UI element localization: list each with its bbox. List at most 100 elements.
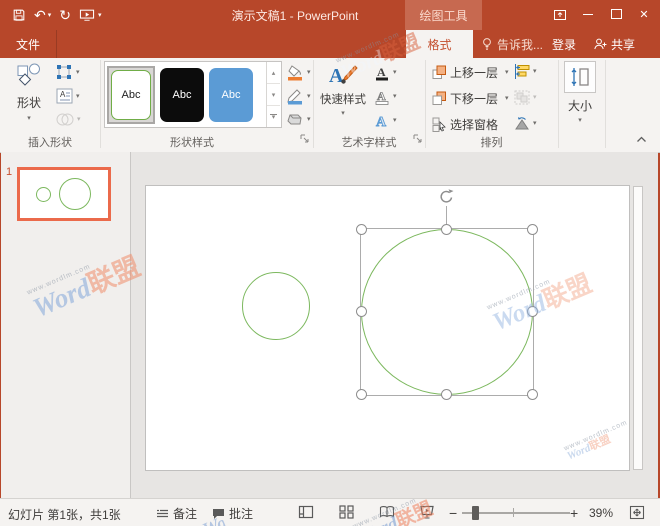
save-button[interactable] bbox=[8, 3, 30, 27]
merge-shapes-icon bbox=[56, 112, 74, 127]
svg-text:A: A bbox=[377, 65, 386, 79]
shape-style-item-black[interactable]: Abc bbox=[160, 68, 204, 122]
zoom-in-button[interactable]: + bbox=[570, 505, 578, 521]
text-box-button[interactable]: A ▾ bbox=[56, 88, 80, 104]
panel-divider[interactable] bbox=[130, 152, 131, 498]
send-backward-label: 下移一层 bbox=[450, 90, 498, 107]
tab-file[interactable]: 文件 bbox=[0, 30, 57, 58]
svg-text:A: A bbox=[60, 90, 66, 99]
svg-text:A: A bbox=[377, 89, 386, 103]
shape-outline-button[interactable]: ▾ bbox=[286, 88, 311, 105]
comments-icon bbox=[212, 508, 225, 520]
zoom-out-button[interactable]: − bbox=[449, 505, 457, 521]
slideshow-view-icon bbox=[419, 505, 435, 519]
shape-styles-dialog-launcher-icon[interactable] bbox=[300, 134, 310, 144]
fit-to-window-icon bbox=[629, 505, 645, 520]
share-label: 共享 bbox=[611, 36, 635, 53]
start-slideshow-button[interactable]: ▾ bbox=[75, 3, 106, 27]
group-separator bbox=[605, 60, 606, 148]
send-backward-caret-icon: ▾ bbox=[505, 95, 509, 102]
resize-handle-nw[interactable] bbox=[356, 224, 367, 235]
undo-caret-icon[interactable]: ▾ bbox=[48, 12, 52, 19]
fit-to-window-button[interactable] bbox=[629, 505, 645, 520]
quick-styles-caret-icon: ▾ bbox=[341, 110, 345, 117]
redo-button[interactable]: ↻ bbox=[55, 3, 75, 27]
quick-styles-button[interactable]: A 快速样式 ▾ bbox=[318, 62, 368, 117]
resize-handle-w[interactable] bbox=[356, 306, 367, 317]
edit-shape-button[interactable]: ▾ bbox=[56, 64, 80, 80]
quick-styles-label: 快速样式 bbox=[320, 91, 366, 107]
comments-button[interactable]: 批注 bbox=[212, 505, 253, 522]
minimize-button[interactable] bbox=[574, 2, 602, 26]
group-objects-icon bbox=[514, 90, 530, 105]
maximize-button[interactable] bbox=[602, 2, 630, 26]
notes-button[interactable]: 备注 bbox=[156, 505, 197, 522]
ribbon-tab-strip: 文件 开始 插入 设计 切换 动画 幻灯片放映 审阅 视图 格式 告诉我... … bbox=[0, 30, 660, 58]
resize-handle-e[interactable] bbox=[527, 306, 538, 317]
undo-button[interactable]: ↶ ▾ bbox=[30, 3, 55, 27]
bring-forward-caret-icon: ▾ bbox=[505, 69, 509, 76]
slide-thumbnail[interactable] bbox=[17, 167, 111, 221]
send-backward-button[interactable]: 下移一层 ▾ bbox=[432, 90, 509, 107]
size-button[interactable]: 大小 ▾ bbox=[560, 61, 600, 124]
text-fill-caret-icon: ▾ bbox=[393, 69, 397, 76]
resize-handle-ne[interactable] bbox=[527, 224, 538, 235]
reading-view-button[interactable] bbox=[379, 505, 395, 519]
sign-in-button[interactable]: 登录 bbox=[552, 30, 576, 58]
align-button[interactable]: ▾ bbox=[514, 64, 537, 79]
shapes-button[interactable]: 形状 ▾ bbox=[8, 62, 50, 122]
small-circle-shape[interactable] bbox=[242, 272, 310, 340]
group-objects-button[interactable]: ▾ bbox=[514, 90, 537, 105]
selection-pane-button[interactable]: 选择窗格 bbox=[432, 116, 498, 133]
wordart-dialog-launcher-icon[interactable] bbox=[413, 134, 423, 144]
normal-view-button[interactable] bbox=[298, 505, 314, 519]
window-title: 演示文稿1 - PowerPoint bbox=[190, 0, 400, 30]
text-outline-button[interactable]: A ▾ bbox=[374, 88, 397, 105]
reading-view-icon bbox=[379, 505, 395, 519]
text-fill-icon: A bbox=[374, 64, 390, 81]
resize-handle-se[interactable] bbox=[527, 389, 538, 400]
shape-effects-button[interactable]: ▾ bbox=[286, 112, 311, 127]
resize-handle-s[interactable] bbox=[441, 389, 452, 400]
close-icon: ✕ bbox=[639, 8, 648, 21]
vertical-scrollbar[interactable] bbox=[633, 186, 643, 470]
zoom-level[interactable]: 39% bbox=[589, 506, 613, 520]
resize-handle-sw[interactable] bbox=[356, 389, 367, 400]
share-button[interactable]: 共享 bbox=[593, 30, 635, 58]
merge-shapes-button[interactable]: ▾ bbox=[56, 112, 81, 127]
gallery-up-icon[interactable]: ▴ bbox=[267, 62, 280, 84]
text-effects-button[interactable]: A ▾ bbox=[374, 112, 397, 129]
gallery-down-icon[interactable]: ▾ bbox=[267, 84, 280, 106]
zoom-slider-thumb[interactable] bbox=[472, 506, 479, 520]
resize-handle-n[interactable] bbox=[441, 224, 452, 235]
send-backward-icon bbox=[432, 91, 447, 106]
slide-sorter-icon bbox=[339, 505, 354, 519]
tell-me-box[interactable]: 告诉我... bbox=[481, 30, 543, 58]
gallery-more-icon[interactable]: ▾ bbox=[267, 106, 280, 127]
text-fill-button[interactable]: A ▾ bbox=[374, 64, 397, 81]
tab-file-label: 文件 bbox=[16, 36, 40, 53]
bring-forward-button[interactable]: 上移一层 ▾ bbox=[432, 64, 509, 81]
collapse-ribbon-icon[interactable] bbox=[636, 136, 647, 143]
tab-format-label: 格式 bbox=[427, 36, 451, 53]
rotate-button[interactable]: ▾ bbox=[514, 116, 537, 131]
size-label: 大小 bbox=[568, 97, 592, 114]
group-separator bbox=[100, 60, 101, 148]
group-label-shape-styles: 形状样式 bbox=[104, 134, 280, 150]
rotation-handle-icon[interactable] bbox=[438, 188, 455, 205]
shape-style-item-selected[interactable]: Abc bbox=[107, 66, 155, 124]
text-outline-icon: A bbox=[374, 88, 390, 105]
slideshow-view-button[interactable] bbox=[419, 505, 435, 519]
shape-outline-icon bbox=[286, 88, 304, 105]
shape-fill-button[interactable]: ▾ bbox=[286, 64, 311, 81]
sign-in-label: 登录 bbox=[552, 36, 576, 53]
normal-view-icon bbox=[298, 505, 314, 519]
close-button[interactable]: ✕ bbox=[630, 2, 658, 26]
shapes-icon bbox=[16, 62, 42, 88]
group-separator bbox=[558, 60, 559, 148]
slide-sorter-view-button[interactable] bbox=[339, 505, 354, 519]
qat-customize-caret-icon[interactable]: ▾ bbox=[98, 12, 102, 19]
shape-style-item-blue[interactable]: Abc bbox=[209, 68, 253, 122]
tab-format-active[interactable]: 格式 bbox=[406, 30, 473, 58]
ribbon-display-options-button[interactable] bbox=[546, 2, 574, 26]
